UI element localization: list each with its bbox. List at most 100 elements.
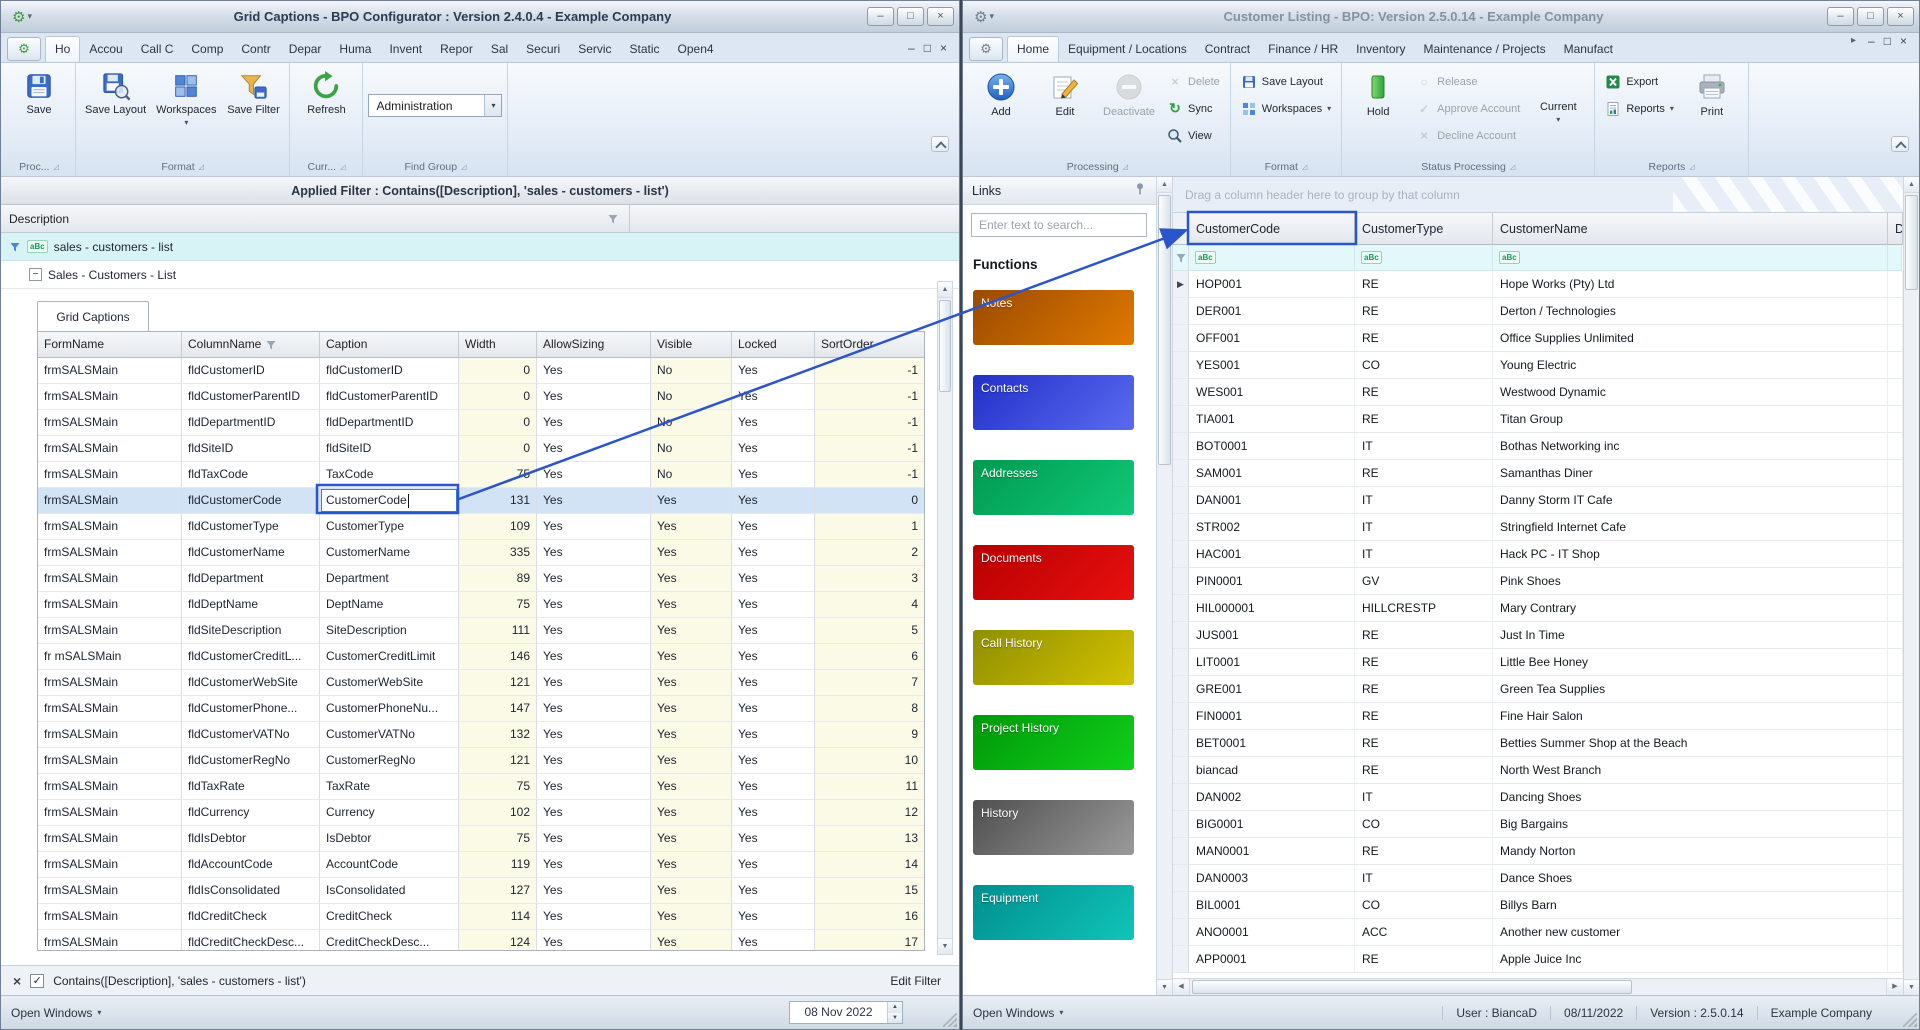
release-button[interactable]: ○Release <box>1411 71 1525 92</box>
ribbon-tab-finance-hr[interactable]: Finance / HR <box>1259 37 1347 62</box>
column-header-allowsizing[interactable]: AllowSizing <box>537 332 651 358</box>
scroll-up-icon[interactable]: ▲ <box>1904 177 1919 193</box>
table-row[interactable]: frmSALSMainfldCustomerWebSiteCustomerWeb… <box>38 670 924 696</box>
save-filter-button[interactable]: Save Filter <box>222 66 284 158</box>
column-header-visible[interactable]: Visible <box>651 332 732 358</box>
minimize-button[interactable]: – <box>867 7 894 26</box>
customer-row[interactable]: FIN0001REFine Hair Salon <box>1173 703 1903 730</box>
ribbon-tab-ho[interactable]: Ho <box>45 36 80 62</box>
column-header-width[interactable]: Width <box>459 332 537 358</box>
pin-icon[interactable] <box>1133 182 1147 199</box>
hold-button[interactable]: Hold <box>1347 66 1409 158</box>
table-row[interactable]: frmSALSMainfldIsConsolidatedIsConsolidat… <box>38 878 924 904</box>
scroll-up-icon[interactable]: ▲ <box>1157 177 1172 193</box>
scroll-down-icon[interactable]: ▼ <box>1157 979 1172 995</box>
function-tile-contacts[interactable]: Contacts <box>973 375 1134 430</box>
open-windows-button[interactable]: Open Windows ▾ <box>973 1006 1063 1020</box>
customer-row[interactable]: SAM001RESamanthas Diner <box>1173 460 1903 487</box>
combobox-dropdown-icon[interactable]: ▾ <box>484 95 501 116</box>
ribbon-collapse-icon[interactable] <box>1891 136 1909 152</box>
ribbon-tab-home[interactable]: Home <box>1007 36 1059 62</box>
workspaces-button[interactable]: Workspaces▾ <box>152 66 220 158</box>
collapse-node-icon[interactable]: − <box>29 268 42 281</box>
save-layout-button[interactable]: Save Layout <box>81 66 150 158</box>
column-header-locked[interactable]: Locked <box>732 332 815 358</box>
table-row[interactable]: frmSALSMainfldCustomerCodeCustomerCode13… <box>38 488 924 514</box>
customer-row[interactable]: BIL0001COBillys Barn <box>1173 892 1903 919</box>
customer-row[interactable]: PIN0001GVPink Shoes <box>1173 568 1903 595</box>
close-button[interactable]: × <box>927 7 954 26</box>
table-row[interactable]: frmSALSMainfldDepartmentDepartment89YesY… <box>38 566 924 592</box>
table-row[interactable]: frmSALSMainfldCustomerVATNoCustomerVATNo… <box>38 722 924 748</box>
save-button[interactable]: Save <box>8 66 70 158</box>
table-row[interactable]: frmSALSMainfldCurrencyCurrency102YesYesY… <box>38 800 924 826</box>
ribbon-tab-maintenance-projects[interactable]: Maintenance / Projects <box>1415 37 1555 62</box>
tab-scroll-right-icon[interactable]: ▸ <box>1848 35 1859 54</box>
mdi-restore-icon[interactable]: □ <box>924 42 931 54</box>
function-tile-call-history[interactable]: Call History <box>973 630 1134 685</box>
quick-access-dropdown-icon[interactable]: ▾ <box>27 11 32 22</box>
table-row[interactable]: frmSALSMainfldCustomerTypeCustomerType10… <box>38 514 924 540</box>
grid-captions-tab[interactable]: Grid Captions <box>37 301 149 331</box>
customer-row[interactable]: LIT0001RELittle Bee Honey <box>1173 649 1903 676</box>
caption-edit-cell[interactable]: CustomerCode <box>320 488 459 514</box>
view-button[interactable]: View <box>1162 125 1225 146</box>
scroll-down-icon[interactable]: ▼ <box>938 938 952 954</box>
text-filter-type-icon[interactable]: aBc <box>1361 251 1382 264</box>
ribbon-tab-servic[interactable]: Servic <box>569 37 620 62</box>
customer-row[interactable]: GRE001REGreen Tea Supplies <box>1173 676 1903 703</box>
table-row[interactable]: frmSALSMainfldDepartmentIDfldDepartmentI… <box>38 410 924 436</box>
mdi-restore-icon[interactable]: □ <box>1884 35 1891 54</box>
mdi-close-icon[interactable]: × <box>1900 35 1907 54</box>
customer-row[interactable]: HIL000001HILLCRESTPMary Contrary <box>1173 595 1903 622</box>
refresh-button[interactable]: Refresh <box>295 66 357 158</box>
text-filter-type-icon[interactable]: aBc <box>1195 251 1216 264</box>
links-panel-scrollbar[interactable]: ▲ ▼ <box>1157 177 1173 995</box>
reports-button[interactable]: Reports▾ <box>1600 98 1679 119</box>
column-header-d[interactable]: D <box>1888 213 1903 245</box>
table-row[interactable]: frmSALSMainfldIsDebtorIsDebtor75YesYesYe… <box>38 826 924 852</box>
customer-row[interactable]: BOT0001ITBothas Networking inc <box>1173 433 1903 460</box>
text-filter-type-icon[interactable]: aBc <box>1499 251 1520 264</box>
grid-vertical-scrollbar[interactable]: ▲ ▼ <box>1903 177 1919 995</box>
column-header-caption[interactable]: Caption <box>320 332 459 358</box>
ribbon-tab-static[interactable]: Static <box>621 37 669 62</box>
delete-button[interactable]: ×Delete <box>1162 71 1225 92</box>
current-button[interactable]: Current▾ <box>1527 66 1589 158</box>
ribbon-tab-securi[interactable]: Securi <box>517 37 569 62</box>
customer-row[interactable]: DER001REDerton / Technologies <box>1173 298 1903 325</box>
customer-row[interactable]: ANO0001ACCAnother new customer <box>1173 919 1903 946</box>
maximize-button[interactable]: □ <box>897 7 924 26</box>
function-tile-history[interactable]: History <box>973 800 1134 855</box>
dialog-launcher-icon[interactable]: ◿ <box>1510 163 1515 171</box>
resize-grip[interactable] <box>943 1013 957 1027</box>
scroll-up-icon[interactable]: ▲ <box>938 282 952 298</box>
description-column-header[interactable]: Description <box>1 205 959 233</box>
customer-row[interactable]: YES001COYoung Electric <box>1173 352 1903 379</box>
customer-row[interactable]: OFF001REOffice Supplies Unlimited <box>1173 325 1903 352</box>
table-row[interactable]: frmSALSMainfldCustomerNameCustomerName33… <box>38 540 924 566</box>
table-row[interactable]: frmSALSMainfldCustomerParentIDfldCustome… <box>38 384 924 410</box>
customer-row[interactable]: DAN0003ITDance Shoes <box>1173 865 1903 892</box>
open-windows-button[interactable]: Open Windows ▾ <box>11 1006 101 1020</box>
maximize-button[interactable]: □ <box>1857 7 1884 26</box>
save-layout-button[interactable]: Save Layout <box>1236 71 1336 92</box>
filter-tree-row[interactable]: aBc sales - customers - list <box>1 233 959 261</box>
dialog-launcher-icon[interactable]: ◿ <box>199 163 204 171</box>
filter-cell-customercode[interactable]: aBc <box>1189 245 1355 271</box>
ribbon-tab-depar[interactable]: Depar <box>280 37 331 62</box>
table-row[interactable]: frmSALSMainfldTaxRateTaxRate75YesYesYes1… <box>38 774 924 800</box>
table-row[interactable]: frmSALSMainfldCreditCheckDesc...CreditCh… <box>38 930 924 951</box>
ribbon-tab-comp[interactable]: Comp <box>182 37 232 62</box>
table-row[interactable]: frmSALSMainfldSiteDescriptionSiteDescrip… <box>38 618 924 644</box>
dialog-launcher-icon[interactable]: ◿ <box>340 163 345 171</box>
date-editor[interactable]: 08 Nov 2022 ▲▼ <box>789 1001 903 1024</box>
table-row[interactable]: frmSALSMainfldCustomerRegNoCustomerRegNo… <box>38 748 924 774</box>
customer-row[interactable]: DAN001ITDanny Storm IT Cafe <box>1173 487 1903 514</box>
approve-account-button[interactable]: ✓Approve Account <box>1411 98 1525 119</box>
resize-grip[interactable] <box>1903 1013 1917 1027</box>
function-tile-addresses[interactable]: Addresses <box>973 460 1134 515</box>
clear-filter-icon[interactable]: × <box>13 973 21 989</box>
customer-row[interactable]: ▶HOP001REHope Works (Pty) Ltd <box>1173 271 1903 298</box>
table-row[interactable]: frmSALSMainfldCustomerPhone...CustomerPh… <box>38 696 924 722</box>
